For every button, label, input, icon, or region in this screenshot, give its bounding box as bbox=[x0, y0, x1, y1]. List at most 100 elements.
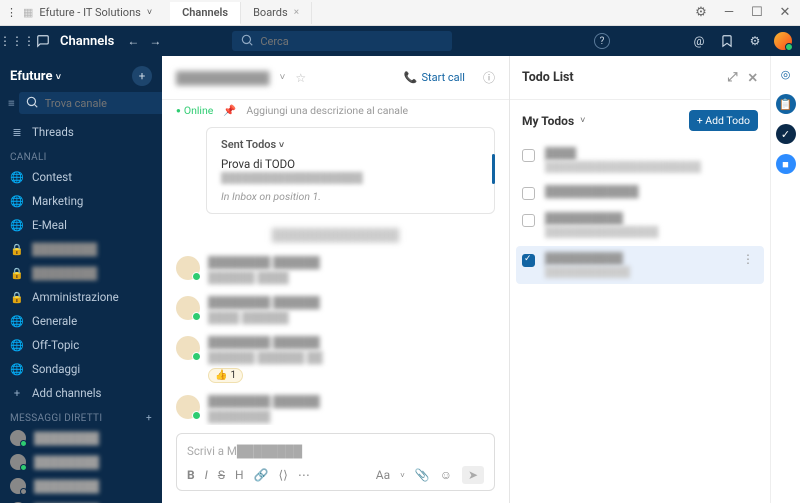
chevron-down-icon[interactable]: ˅ bbox=[147, 7, 152, 18]
channel-emeal[interactable]: 🌐E-Meal bbox=[0, 213, 162, 237]
rail-icon-calendar[interactable]: 📋 bbox=[776, 94, 796, 114]
chevron-down-icon[interactable]: ˅ bbox=[580, 115, 585, 126]
help-icon[interactable]: ? bbox=[594, 33, 610, 49]
message-item[interactable]: ████████ ██████████████ bbox=[176, 395, 495, 423]
sidebar-search[interactable] bbox=[19, 92, 162, 114]
panel-title: Todo List bbox=[522, 70, 574, 85]
filter-icon[interactable]: ≡ bbox=[8, 92, 15, 114]
channel-marketing[interactable]: 🌐Marketing bbox=[0, 189, 162, 213]
todo-item[interactable]: ██████████████████████████ bbox=[510, 206, 770, 244]
more-icon[interactable]: ⋯ bbox=[298, 468, 310, 482]
code-icon[interactable]: ⟨⟩ bbox=[278, 468, 287, 482]
mention-icon[interactable]: @ bbox=[690, 32, 708, 50]
right-rail: ◎ 📋 ✓ ■ bbox=[770, 56, 800, 503]
maximize-icon[interactable]: ☐ bbox=[748, 5, 766, 20]
sent-todo-card: Sent Todos ˅ Prova di TODO █████████████… bbox=[206, 127, 495, 214]
rail-icon-video[interactable]: ■ bbox=[776, 154, 796, 174]
minimize-icon[interactable]: — bbox=[720, 5, 738, 20]
dm-item[interactable]: ████████ bbox=[0, 450, 162, 474]
italic-icon[interactable]: I bbox=[205, 468, 208, 482]
pin-icon[interactable]: 📌 bbox=[223, 104, 236, 117]
channel-sondaggi[interactable]: 🌐Sondaggi bbox=[0, 357, 162, 381]
dm-item[interactable]: ████████ bbox=[0, 474, 162, 498]
chevron-down-icon[interactable]: ˅ bbox=[280, 72, 286, 83]
section-channels: CANALI bbox=[0, 144, 162, 165]
add-description[interactable]: Aggiungi una descrizione al canale bbox=[246, 104, 408, 117]
plus-icon[interactable]: + bbox=[146, 413, 152, 424]
user-avatar[interactable] bbox=[774, 32, 792, 50]
tab-boards[interactable]: Boards× bbox=[241, 2, 312, 24]
add-channels[interactable]: +Add channels bbox=[0, 381, 162, 405]
todo-item-done[interactable]: ██████████████████████⋮ bbox=[516, 246, 764, 284]
sidebar-workspace[interactable]: Efuture ˅ bbox=[10, 69, 61, 84]
font-icon[interactable]: Aa bbox=[376, 468, 390, 482]
settings-icon[interactable]: ⚙ bbox=[692, 5, 710, 20]
sent-todos-label[interactable]: Sent Todos ˅ bbox=[221, 138, 480, 151]
chat-icon[interactable] bbox=[34, 32, 52, 50]
app-grid-icon[interactable]: ▦ bbox=[23, 6, 33, 19]
compose-input[interactable]: Scrivi a M████████ bbox=[187, 440, 484, 466]
grid-icon[interactable]: ⋮⋮⋮ bbox=[8, 32, 26, 50]
todo-item[interactable]: ████████████ bbox=[510, 179, 770, 206]
nav-fwd-icon[interactable]: → bbox=[146, 32, 164, 50]
todo-meta: ████████████████████ bbox=[221, 173, 480, 184]
global-search[interactable] bbox=[232, 31, 452, 51]
channel-amministrazione[interactable]: 🔒Amministrazione bbox=[0, 285, 162, 309]
blurred-divider: ███████████████ bbox=[176, 228, 495, 242]
channel-private-1[interactable]: 🔒████████ bbox=[0, 237, 162, 261]
accent-bar bbox=[492, 154, 495, 184]
message-item[interactable]: ████████ ██████████ ██████ bbox=[176, 296, 495, 324]
new-button[interactable]: + bbox=[132, 66, 152, 86]
rail-icon-1[interactable]: ◎ bbox=[776, 64, 796, 84]
channel-generale[interactable]: 🌐Generale bbox=[0, 309, 162, 333]
bookmark-icon[interactable] bbox=[718, 32, 736, 50]
start-call-button[interactable]: 📞Start call bbox=[404, 71, 465, 84]
more-icon[interactable]: ⋮ bbox=[738, 252, 758, 266]
send-button[interactable]: ➤ bbox=[462, 466, 484, 484]
dm-item[interactable]: ████████ bbox=[0, 426, 162, 450]
todo-item[interactable]: ██████████████████████████ bbox=[510, 141, 770, 179]
emoji-icon[interactable]: ☺ bbox=[440, 468, 452, 482]
app-topbar: ⋮⋮⋮ Channels ← → ? @ ⚙ bbox=[0, 26, 800, 56]
nav-back-icon[interactable]: ← bbox=[124, 32, 142, 50]
checkbox-checked[interactable] bbox=[522, 254, 535, 267]
strike-icon[interactable]: S bbox=[218, 468, 225, 482]
checkbox[interactable] bbox=[522, 187, 535, 200]
info-icon[interactable]: ⓘ bbox=[483, 69, 495, 86]
message-item[interactable]: ████████ ████████████ ██████ ██👍1 bbox=[176, 336, 495, 383]
search-icon bbox=[240, 33, 254, 50]
reaction[interactable]: 👍1 bbox=[208, 368, 243, 383]
checkbox[interactable] bbox=[522, 149, 535, 162]
rail-icon-todo[interactable]: ✓ bbox=[776, 124, 796, 144]
channel-offtopic[interactable]: 🌐Off-Topic bbox=[0, 333, 162, 357]
chat-header: ███████████ ˅ ☆ 📞Start call ⓘ bbox=[162, 56, 509, 100]
add-todo-button[interactable]: + Add Todo bbox=[689, 110, 758, 131]
sidebar-search-input[interactable] bbox=[45, 97, 162, 110]
avatar bbox=[176, 256, 200, 280]
heading-icon[interactable]: H bbox=[235, 468, 244, 482]
channel-contest[interactable]: 🌐Contest bbox=[0, 165, 162, 189]
checkbox[interactable] bbox=[522, 214, 535, 227]
message-item[interactable]: ████████ ████████████ ████ bbox=[176, 256, 495, 284]
search-input[interactable] bbox=[260, 35, 444, 48]
close-icon[interactable]: × bbox=[294, 7, 299, 18]
chevron-down-icon: ˅ bbox=[279, 141, 284, 151]
tab-channels[interactable]: Channels bbox=[170, 2, 241, 25]
message-composer[interactable]: Scrivi a M████████ B I S H 🔗 ⟨⟩ ⋯ Aa˅ 📎 … bbox=[176, 433, 495, 491]
link-icon[interactable]: 🔗 bbox=[254, 468, 269, 482]
gear-icon[interactable]: ⚙ bbox=[746, 32, 764, 50]
menu-dots-icon[interactable]: ⋮ bbox=[6, 6, 17, 19]
close-window-icon[interactable]: ✕ bbox=[776, 5, 794, 20]
attach-icon[interactable]: 📎 bbox=[415, 468, 430, 482]
star-icon[interactable]: ☆ bbox=[295, 71, 306, 85]
todo-title: Prova di TODO bbox=[221, 157, 480, 171]
close-panel-icon[interactable]: ✕ bbox=[748, 70, 758, 86]
chat-title[interactable]: ███████████ bbox=[176, 71, 270, 85]
expand-icon[interactable]: ⤢ bbox=[728, 70, 738, 86]
my-todos-label[interactable]: My Todos bbox=[522, 114, 574, 128]
channel-private-2[interactable]: 🔒████████ bbox=[0, 261, 162, 285]
dm-item[interactable]: ████████ bbox=[0, 498, 162, 503]
bold-icon[interactable]: B bbox=[187, 468, 195, 482]
sidebar-threads[interactable]: ≣ Threads bbox=[0, 120, 162, 144]
globe-icon: 🌐 bbox=[10, 363, 24, 376]
